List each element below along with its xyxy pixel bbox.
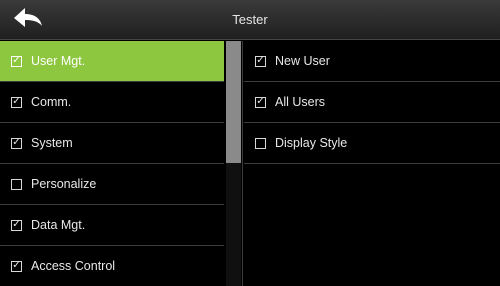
checkbox-checked-icon[interactable]: ✓ [255,55,266,67]
checkbox-checked-icon[interactable]: ✓ [11,137,22,149]
menu-item-label: Data Mgt. [31,218,86,232]
menu-item-label: Comm. [31,95,72,109]
menu-item-personalize[interactable]: Personalize [0,164,224,205]
menu-item-label: User Mgt. [31,54,86,68]
submenu-item-label: All Users [275,95,326,109]
menu-item-label: Access Control [31,259,116,273]
checkbox-checked-icon[interactable]: ✓ [11,219,22,231]
menu-item-access-control[interactable]: ✓ Access Control [0,246,224,286]
menu-item-label: System [31,136,73,150]
checkbox-checked-icon[interactable]: ✓ [255,96,266,108]
submenu-item-all-users[interactable]: ✓ All Users [244,82,500,123]
submenu-item-new-user[interactable]: ✓ New User [244,41,500,82]
submenu-item-label: New User [275,54,330,68]
menu-item-label: Personalize [31,177,97,191]
title-bar: Tester [0,0,500,40]
menu-item-data-mgt[interactable]: ✓ Data Mgt. [0,205,224,246]
checkbox-checked-icon[interactable]: ✓ [11,96,22,108]
menu-item-user-mgt[interactable]: ✓ User Mgt. [0,41,224,82]
right-menu: ✓ New User ✓ All Users Display Style [244,41,500,286]
checkbox-unchecked-icon[interactable] [11,178,22,190]
checkbox-checked-icon[interactable]: ✓ [11,260,22,272]
submenu-item-label: Display Style [275,136,348,150]
left-menu: ✓ User Mgt. ✓ Comm. ✓ System Personalize… [0,41,224,286]
checkbox-checked-icon[interactable]: ✓ [11,55,22,67]
panel-divider [242,41,243,286]
scrollbar-thumb[interactable] [226,41,241,163]
scrollbar[interactable] [226,41,241,286]
page-title: Tester [232,12,268,27]
submenu-item-display-style[interactable]: Display Style [244,123,500,164]
checkbox-unchecked-icon[interactable] [255,137,266,149]
menu-item-comm[interactable]: ✓ Comm. [0,82,224,123]
menu-item-system[interactable]: ✓ System [0,123,224,164]
